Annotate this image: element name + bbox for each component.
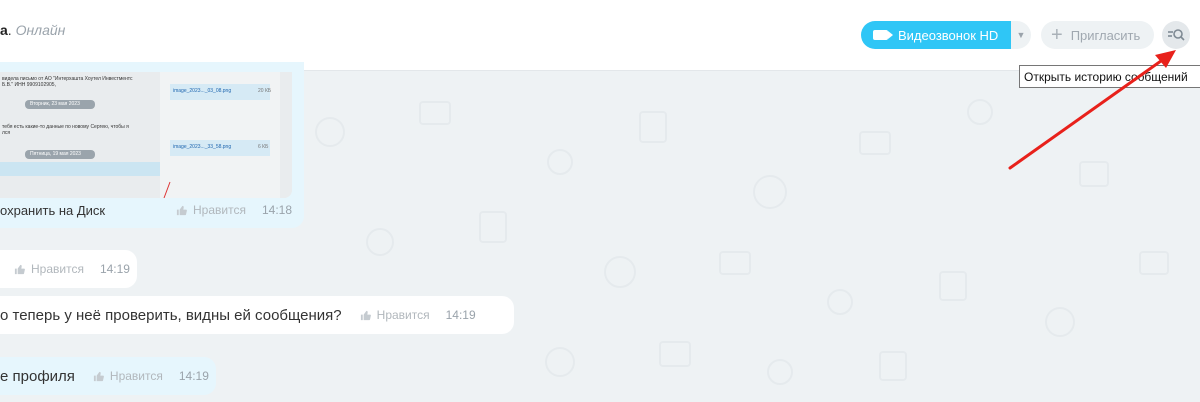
thumb-file-name: image_2023..._33_58.png [173, 144, 232, 150]
history-tooltip: Открыть историю сообщений [1019, 65, 1200, 88]
chat-header: а. Онлайн Видеозвонок HD ▼ + Пригласить [0, 0, 1200, 71]
like-label[interactable]: Нравится [193, 203, 246, 217]
thumb-date: Вторник, 23 мая 2023 [30, 101, 80, 107]
thumb-file-size: 6 КБ [258, 144, 269, 150]
like-icon[interactable] [360, 310, 371, 321]
history-button[interactable] [1162, 21, 1190, 49]
message-time: 14:18 [261, 203, 292, 217]
history-search-icon [1168, 29, 1185, 41]
like-icon[interactable] [93, 371, 104, 382]
invite-label: Пригласить [1070, 27, 1141, 43]
thumb-file-size: 20 КБ [258, 88, 272, 94]
like-label[interactable]: Нравится [31, 262, 84, 276]
video-call-label: Видеозвонок HD [898, 27, 999, 43]
like-label[interactable]: Нравится [110, 369, 163, 383]
message-row: охранить на Диск Нравится 14:18 [0, 199, 304, 221]
like-label[interactable]: Нравится [377, 308, 430, 322]
video-call-button[interactable]: Видеозвонок HD [861, 21, 1011, 49]
like-icon[interactable] [176, 205, 187, 216]
thumb-file-name: image_2023..._03_08.png [173, 88, 232, 94]
camera-icon [873, 30, 893, 40]
thumb-text: Б.В." ИНН 9909102905, [2, 82, 56, 88]
message-bubble: е профиля Нравится 14:19 [0, 357, 216, 395]
contact-status: Онлайн [15, 22, 66, 38]
plus-icon: + [1051, 24, 1063, 46]
chat-title[interactable]: а. Онлайн [0, 22, 65, 38]
thumb-date: Пятница, 19 мая 2023 [30, 151, 81, 157]
like-icon[interactable] [14, 264, 25, 275]
message-time: 14:19 [99, 262, 130, 276]
thumb-text: лся [2, 130, 11, 136]
invite-button[interactable]: + Пригласить [1041, 21, 1154, 49]
message-bubble: о теперь у неё проверить, видны ей сообщ… [0, 296, 514, 334]
message-bubble: Нравится 14:19 [0, 250, 137, 288]
message-text: е профиля [0, 367, 75, 385]
chevron-down-icon: ▼ [1016, 30, 1026, 40]
message-time: 14:19 [178, 369, 209, 383]
contact-name: а [0, 22, 8, 38]
save-to-disk-link[interactable]: охранить на Диск [0, 203, 105, 218]
message-text: о теперь у неё проверить, видны ей сообщ… [0, 306, 342, 324]
image-thumbnail[interactable]: видела письмо от АО "Интерхашта Хоутел И… [0, 72, 292, 198]
message-time: 14:19 [445, 308, 476, 322]
video-call-dropdown[interactable]: ▼ [1011, 21, 1031, 49]
